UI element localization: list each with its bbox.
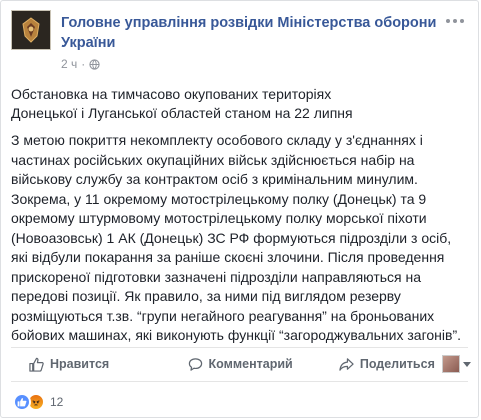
thumbs-up-icon xyxy=(17,397,27,407)
divider xyxy=(11,347,468,348)
divider xyxy=(11,381,468,382)
reactions-summary[interactable]: 12 xyxy=(13,393,63,411)
facebook-post-card: Головне управління розвідки Міністерства… xyxy=(0,0,479,418)
intelligence-emblem-icon xyxy=(12,11,50,49)
like-button-label: Нравится xyxy=(50,357,110,371)
like-button[interactable]: Нравится xyxy=(11,357,142,372)
more-options-icon[interactable] xyxy=(446,15,464,27)
share-button[interactable]: Поделиться xyxy=(319,357,442,372)
post-actions-bar: Нравится Комментарий Поделиться xyxy=(11,349,471,379)
post-meta: 2 ч · xyxy=(61,57,100,71)
comment-button-label: Комментарий xyxy=(208,357,293,371)
globe-icon[interactable] xyxy=(89,58,100,70)
share-button-label: Поделиться xyxy=(359,357,435,371)
post-title-line-2: Донецької і Луганської областей станом н… xyxy=(11,105,353,121)
viewer-avatar xyxy=(442,355,460,373)
post-title-line-1: Обстановка на тимчасово окупованих терит… xyxy=(11,86,332,102)
speech-bubble-icon xyxy=(188,357,202,371)
comment-button[interactable]: Комментарий xyxy=(142,357,319,372)
post-title: Обстановка на тимчасово окупованих терит… xyxy=(11,85,471,123)
page-avatar[interactable] xyxy=(11,10,51,50)
post-timestamp[interactable]: 2 ч xyxy=(61,57,77,71)
share-arrow-icon xyxy=(339,357,354,371)
thumbs-up-icon xyxy=(29,357,44,372)
angry-face-icon xyxy=(32,400,40,406)
like-reaction-icon xyxy=(13,393,31,411)
post-as-selector[interactable] xyxy=(442,355,471,373)
post-body-text: З метою покриття некомплекту особового с… xyxy=(11,132,461,343)
reaction-count: 12 xyxy=(50,395,64,409)
caret-down-icon xyxy=(463,361,471,367)
page-name-link[interactable]: Головне управління розвідки Міністерства… xyxy=(61,13,441,53)
